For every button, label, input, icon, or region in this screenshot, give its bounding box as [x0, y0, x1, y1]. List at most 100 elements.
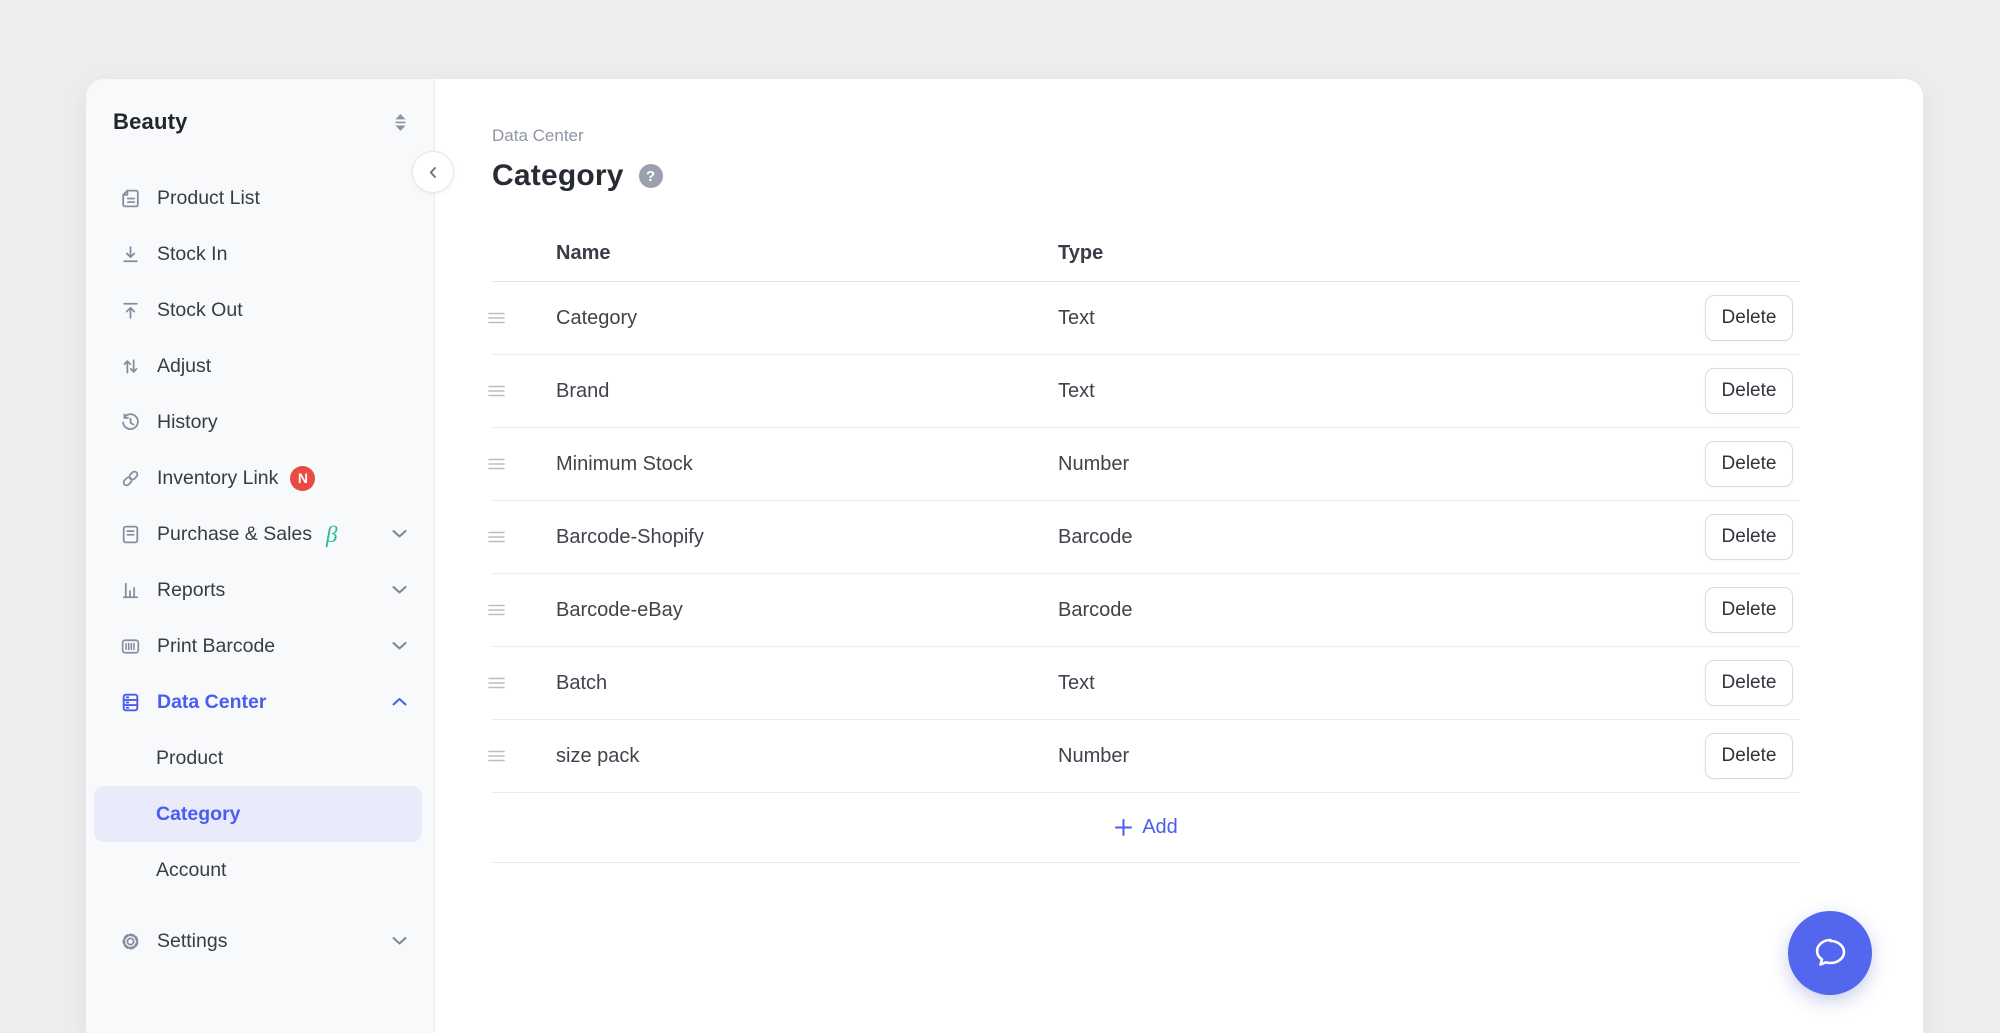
table-row: Minimum Stock Number Delete [492, 428, 1800, 501]
table-row: Category Text Delete [492, 282, 1800, 355]
help-icon[interactable]: ? [639, 164, 663, 188]
main-content: Data Center Category ? Name Type Categor… [435, 79, 1923, 1033]
adjust-icon [118, 354, 142, 378]
page-background: Beauty Product List Stock In [0, 0, 2000, 1033]
sidebar-collapse-button[interactable] [412, 151, 454, 193]
delete-button[interactable]: Delete [1705, 295, 1793, 341]
field-name: Barcode-Shopify [556, 526, 704, 549]
product-list-icon [118, 186, 142, 210]
sidebar-item-inventory-link[interactable]: Inventory Link N [86, 450, 434, 506]
delete-button[interactable]: Delete [1705, 514, 1793, 560]
field-type: Text [1058, 307, 1095, 330]
sidebar-item-stock-out[interactable]: Stock Out [86, 282, 434, 338]
page-title: Category [492, 159, 624, 193]
field-type: Barcode [1058, 526, 1133, 549]
chevron-up-icon [392, 698, 407, 707]
reports-icon [118, 578, 142, 602]
sidebar-subitem-category[interactable]: Category [94, 786, 422, 842]
field-name: size pack [556, 745, 639, 768]
history-icon [118, 410, 142, 434]
sidebar-item-label: Stock In [157, 243, 227, 266]
delete-button[interactable]: Delete [1705, 660, 1793, 706]
category-fields-table: Name Type Category Text Delete Brand Tex… [492, 232, 1800, 863]
plus-icon [1114, 818, 1133, 837]
sidebar-subitem-label: Account [156, 859, 226, 882]
sidebar-item-adjust[interactable]: Adjust [86, 338, 434, 394]
chevron-down-icon [392, 642, 407, 651]
field-name: Category [556, 307, 637, 330]
table-row: size pack Number Delete [492, 720, 1800, 793]
stock-out-icon [118, 298, 142, 322]
sidebar-subitem-account[interactable]: Account [86, 842, 434, 898]
sidebar-subitem-label: Product [156, 747, 223, 770]
drag-handle-icon[interactable] [488, 677, 505, 690]
sidebar-item-label: Stock Out [157, 299, 243, 322]
sidebar: Beauty Product List Stock In [86, 79, 435, 1033]
sidebar-item-label: Adjust [157, 355, 211, 378]
workspace-switcher-icon [393, 113, 408, 132]
chevron-down-icon [392, 937, 407, 946]
add-label: Add [1142, 816, 1178, 839]
sidebar-item-product-list[interactable]: Product List [86, 170, 434, 226]
chevron-left-icon [426, 165, 441, 180]
table-row: Barcode-eBay Barcode Delete [492, 574, 1800, 647]
field-name: Brand [556, 380, 609, 403]
column-header-type: Type [1058, 242, 1103, 265]
field-name: Batch [556, 672, 607, 695]
sidebar-item-label: Data Center [157, 691, 266, 714]
column-header-name: Name [556, 242, 610, 265]
drag-handle-icon[interactable] [488, 750, 505, 763]
sidebar-subitem-product[interactable]: Product [86, 730, 434, 786]
drag-handle-icon[interactable] [488, 385, 505, 398]
drag-handle-icon[interactable] [488, 312, 505, 325]
chevron-down-icon [392, 586, 407, 595]
beta-badge: β [326, 523, 337, 546]
chat-bubble-icon [1808, 931, 1852, 975]
delete-button[interactable]: Delete [1705, 733, 1793, 779]
sidebar-item-label: History [157, 411, 218, 434]
field-type: Number [1058, 453, 1129, 476]
sidebar-item-history[interactable]: History [86, 394, 434, 450]
app-window: Beauty Product List Stock In [86, 79, 1923, 1033]
field-name: Minimum Stock [556, 453, 693, 476]
drag-handle-icon[interactable] [488, 604, 505, 617]
purchase-sales-icon [118, 522, 142, 546]
drag-handle-icon[interactable] [488, 531, 505, 544]
workspace-name: Beauty [113, 109, 188, 135]
sidebar-item-data-center[interactable]: Data Center [86, 674, 434, 730]
field-type: Number [1058, 745, 1129, 768]
sidebar-item-label: Purchase & Sales [157, 523, 312, 546]
delete-button[interactable]: Delete [1705, 368, 1793, 414]
new-badge: N [290, 466, 315, 491]
sidebar-item-label: Inventory Link [157, 467, 278, 490]
sidebar-item-print-barcode[interactable]: Print Barcode [86, 618, 434, 674]
sidebar-item-purchase-sales[interactable]: Purchase & Sales β [86, 506, 434, 562]
field-name: Barcode-eBay [556, 599, 683, 622]
sidebar-item-label: Settings [157, 930, 227, 953]
link-icon [118, 466, 142, 490]
sidebar-item-settings[interactable]: Settings [86, 913, 434, 969]
table-row: Batch Text Delete [492, 647, 1800, 720]
sidebar-item-label: Print Barcode [157, 635, 275, 658]
chat-fab-button[interactable] [1788, 911, 1872, 995]
table-row: Brand Text Delete [492, 355, 1800, 428]
delete-button[interactable]: Delete [1705, 587, 1793, 633]
field-type: Text [1058, 380, 1095, 403]
add-field-button[interactable]: Add [492, 793, 1800, 863]
sidebar-item-reports[interactable]: Reports [86, 562, 434, 618]
table-header-row: Name Type [492, 232, 1800, 282]
print-barcode-icon [118, 634, 142, 658]
chevron-down-icon [392, 530, 407, 539]
sidebar-subitem-label: Category [156, 803, 241, 826]
field-type: Text [1058, 672, 1095, 695]
delete-button[interactable]: Delete [1705, 441, 1793, 487]
sidebar-item-stock-in[interactable]: Stock In [86, 226, 434, 282]
table-row: Barcode-Shopify Barcode Delete [492, 501, 1800, 574]
gear-icon [118, 929, 142, 953]
stock-in-icon [118, 242, 142, 266]
workspace-switcher[interactable]: Beauty [86, 109, 434, 135]
sidebar-item-label: Reports [157, 579, 225, 602]
data-center-icon [118, 690, 142, 714]
breadcrumb: Data Center [492, 126, 1923, 146]
drag-handle-icon[interactable] [488, 458, 505, 471]
